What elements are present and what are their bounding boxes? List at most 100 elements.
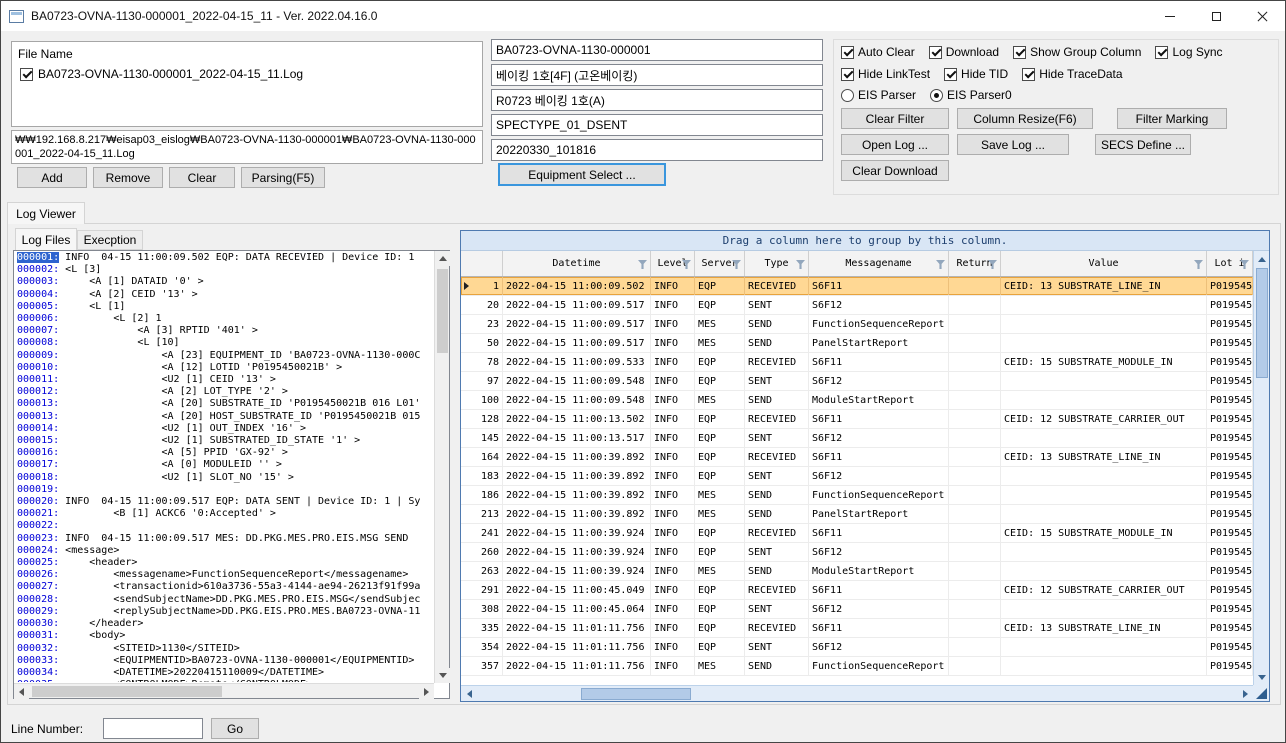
log-file-viewer[interactable]: 000001: INFO 04-15 11:00:09.502 EQP: DAT… [13,250,450,699]
grid-header-messagename[interactable]: Messagename [809,251,949,276]
close-button[interactable] [1239,1,1285,31]
grid-header-value[interactable]: Value [1001,251,1207,276]
log-line-text: <replySubjectName>DD.PKG.EIS.PRO.MES.BA0… [59,606,420,617]
table-row[interactable]: 3352022-04-15 11:01:11.756INFOEQPRECEVIE… [461,619,1253,638]
tab-log-files[interactable]: Log Files [15,228,77,250]
spec-type-field[interactable]: SPECTYPE_01_DSENT [491,114,823,136]
grid-header-level[interactable]: Level [651,251,695,276]
log-hscroll-thumb[interactable] [32,686,222,697]
grid-header-label: Messagename [845,258,911,269]
file-checkbox[interactable] [20,68,33,81]
open-log-button[interactable]: Open Log ... [841,134,949,155]
column-resize-button[interactable]: Column Resize(F6) [957,108,1093,129]
scroll-up-button[interactable] [435,251,450,266]
radio-eis-parser0[interactable]: EIS Parser0 [930,88,1012,102]
grid-header-datetime[interactable]: Datetime [503,251,651,276]
filter-icon[interactable] [1194,260,1203,269]
grid-cell: FunctionSequenceReport [809,486,949,504]
grid-cell: P0195450021B [1207,600,1253,618]
grid-header-server[interactable]: Server [695,251,745,276]
table-row[interactable]: 202022-04-15 11:00:09.517INFOEQPSENTS6F1… [461,296,1253,315]
grid-scroll-up-button[interactable] [1254,251,1270,267]
clear-filter-button[interactable]: Clear Filter [841,108,949,129]
clear-button[interactable]: Clear [169,167,235,188]
table-row[interactable]: 3542022-04-15 11:01:11.756INFOEQPSENTS6F… [461,638,1253,657]
checkbox-hide-tid[interactable]: Hide TID [944,67,1008,81]
maximize-button[interactable] [1193,1,1239,31]
minimize-button[interactable] [1147,1,1193,31]
checkbox-auto-clear[interactable]: Auto Clear [841,45,915,59]
tab-log-viewer[interactable]: Log Viewer [7,202,85,224]
grid-scroll-left-button[interactable] [461,686,477,702]
checkbox-log-sync[interactable]: Log Sync [1155,45,1222,59]
filter-marking-button[interactable]: Filter Marking [1117,108,1227,129]
grid-resize-grip[interactable] [1253,685,1269,701]
grid-group-bar[interactable]: Drag a column here to group by this colu… [461,231,1269,251]
filter-icon[interactable] [796,260,805,269]
grid-vscroll-thumb[interactable] [1256,268,1268,378]
grid-header-return[interactable]: Return [949,251,1001,276]
scroll-right-button[interactable] [419,684,434,699]
table-row[interactable]: 502022-04-15 11:00:09.517INFOMESSENDPane… [461,334,1253,353]
grid-header-indicator[interactable] [461,251,503,276]
table-row[interactable]: 232022-04-15 11:00:09.517INFOMESSENDFunc… [461,315,1253,334]
checkbox-hide-tracedata[interactable]: Hide TraceData [1022,67,1122,81]
checkbox-download[interactable]: Download [929,45,999,59]
log-vertical-scrollbar[interactable] [434,251,449,683]
table-row[interactable]: 1452022-04-15 11:00:13.517INFOEQPSENTS6F… [461,429,1253,448]
grid-vertical-scrollbar[interactable] [1253,251,1269,685]
scroll-down-button[interactable] [435,668,450,683]
log-horizontal-scrollbar[interactable] [14,683,434,698]
save-log-button[interactable]: Save Log ... [957,134,1069,155]
log-line-text: <message> [59,545,119,556]
grid-scroll-right-button[interactable] [1237,686,1253,702]
table-row[interactable]: 972022-04-15 11:00:09.548INFOEQPSENTS6F1… [461,372,1253,391]
grid-scroll-down-button[interactable] [1254,669,1270,685]
arrow-left-icon [467,690,472,698]
secs-define-button[interactable]: SECS Define ... [1095,134,1191,155]
clear-download-button[interactable]: Clear Download [841,160,949,181]
table-row[interactable]: 1642022-04-15 11:00:39.892INFOEQPRECEVIE… [461,448,1253,467]
table-row[interactable]: 1282022-04-15 11:00:13.502INFOEQPRECEVIE… [461,410,1253,429]
add-button[interactable]: Add [17,167,87,188]
equipment-select-button[interactable]: Equipment Select ... [498,163,666,186]
table-row[interactable]: 2632022-04-15 11:00:39.924INFOMESSENDMod… [461,562,1253,581]
table-row[interactable]: 2132022-04-15 11:00:39.892INFOMESSENDPan… [461,505,1253,524]
go-button[interactable]: Go [211,718,259,739]
table-row[interactable]: 2912022-04-15 11:00:45.049INFOEQPRECEVIE… [461,581,1253,600]
table-row[interactable]: 2602022-04-15 11:00:39.924INFOEQPSENTS6F… [461,543,1253,562]
remove-button[interactable]: Remove [93,167,163,188]
table-row[interactable]: 2412022-04-15 11:00:39.924INFOEQPRECEVIE… [461,524,1253,543]
table-row[interactable]: 12022-04-15 11:00:09.502INFOEQPRECEVIEDS… [461,277,1253,296]
spec-date-field[interactable]: 20220330_101816 [491,139,823,161]
table-row[interactable]: 3082022-04-15 11:00:45.064INFOEQPSENTS6F… [461,600,1253,619]
grid-hscroll-thumb[interactable] [581,688,691,700]
log-line-text: <A [20] HOST_SUBSTRATE_ID 'P0195450021B … [59,411,420,422]
equipment-id-field[interactable]: BA0723-OVNA-1130-000001 [491,39,823,61]
file-list-item[interactable]: BA0723-OVNA-1130-000001_2022-04-15_11.Lo… [20,67,482,81]
table-row[interactable]: 782022-04-15 11:00:09.533INFOEQPRECEVIED… [461,353,1253,372]
file-path-box[interactable]: ₩₩192.168.8.217₩eisap03_eislog₩BA0723-OV… [11,130,483,164]
log-line: 000018: <U2 [1] SLOT_NO '15' > [17,472,433,484]
table-row[interactable]: 1002022-04-15 11:00:09.548INFOMESSENDMod… [461,391,1253,410]
grid-header-lot-i[interactable]: Lot i [1207,251,1253,276]
table-row[interactable]: 1862022-04-15 11:00:39.892INFOMESSENDFun… [461,486,1253,505]
equipment-name-field[interactable]: 베이킹 1호[4F] (고온베이킹) [491,64,823,86]
table-row[interactable]: 1832022-04-15 11:00:39.892INFOEQPSENTS6F… [461,467,1253,486]
grid-header-type[interactable]: Type [745,251,809,276]
equipment-line-field[interactable]: R0723 베이킹 1호(A) [491,89,823,111]
row-indicator-cell: 308 [461,600,503,618]
row-number: 357 [481,661,499,672]
filter-icon[interactable] [638,260,647,269]
parsing-button[interactable]: Parsing(F5) [241,167,325,188]
grid-horizontal-scrollbar[interactable] [461,685,1253,701]
filter-icon[interactable] [936,260,945,269]
checkbox-show-group-column[interactable]: Show Group Column [1013,45,1141,59]
scroll-left-button[interactable] [14,684,29,699]
radio-eis-parser[interactable]: EIS Parser [841,88,916,102]
line-number-input[interactable] [103,718,203,739]
checkbox-hide-linktest[interactable]: Hide LinkTest [841,67,930,81]
tab-exception[interactable]: Execption [77,230,143,250]
table-row[interactable]: 3572022-04-15 11:01:11.756INFOMESSENDFun… [461,657,1253,676]
log-vscroll-thumb[interactable] [437,269,448,353]
